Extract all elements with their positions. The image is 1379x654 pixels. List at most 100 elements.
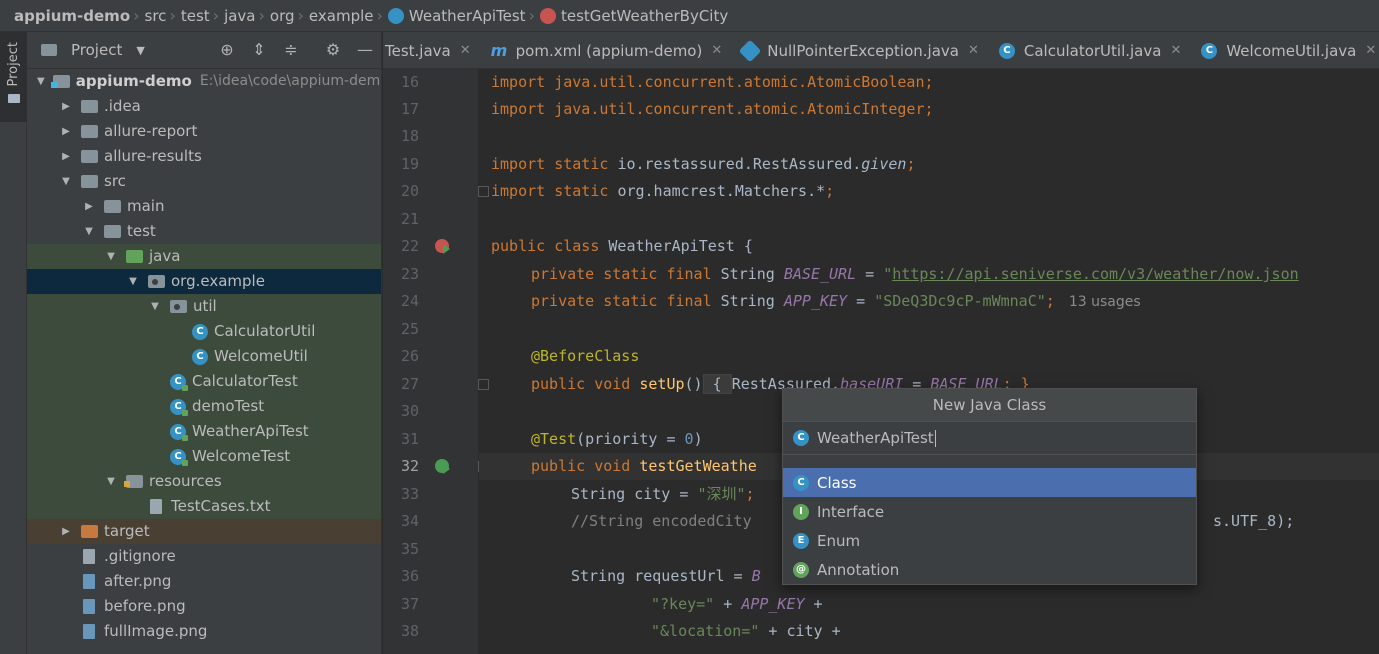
tree-item-welcomeutil[interactable]: C WelcomeUtil	[27, 344, 381, 369]
tree-item-calculatortest[interactable]: C CalculatorTest	[27, 369, 381, 394]
code-text: =	[856, 265, 884, 283]
close-icon[interactable]: ✕	[1365, 43, 1376, 58]
breadcrumb-project[interactable]: appium-demo	[14, 7, 130, 25]
tree-item-appium-demo[interactable]: ▼ appium-demo E:\idea\code\appium-demo	[27, 69, 381, 94]
kind-option-class[interactable]: C Class	[783, 468, 1196, 497]
chevron-right-icon[interactable]: ▶	[59, 144, 73, 169]
project-view-selector[interactable]: Project	[71, 41, 122, 59]
popup-title: New Java Class	[783, 389, 1196, 422]
breadcrumb-method[interactable]: testGetWeatherByCity	[561, 7, 728, 25]
close-icon[interactable]: ✕	[460, 43, 471, 58]
code-keyword: public void	[531, 457, 640, 475]
tree-item-label: TestCases.txt	[171, 497, 271, 515]
class-icon: C	[793, 474, 809, 491]
chevron-down-icon[interactable]: ▼	[37, 69, 45, 94]
tab-welcomeutil[interactable]: C WelcomeUtil.java ✕	[1191, 32, 1379, 68]
code-text: ;	[924, 73, 934, 91]
tree-item-test[interactable]: ▼ test	[27, 219, 381, 244]
code-line-17: import java.util.concurrent.atomic.Atomi…	[491, 96, 934, 123]
chevron-down-icon[interactable]: ▼	[126, 269, 140, 294]
tab-test-java[interactable]: Test.java ✕	[383, 32, 481, 68]
chevron-right-icon[interactable]: ▶	[59, 94, 73, 119]
code-text: String requestUrl =	[571, 567, 752, 585]
breadcrumb-java[interactable]: java	[224, 7, 255, 25]
locate-icon[interactable]: ⊕	[217, 40, 237, 60]
chevron-right-icon[interactable]: ▶	[82, 194, 96, 219]
code-text: WeatherApiTest {	[608, 237, 753, 255]
tree-item-before-png[interactable]: before.png	[27, 594, 381, 619]
chevron-down-icon[interactable]: ▼	[136, 44, 144, 57]
project-tool-button[interactable]: Project	[0, 32, 27, 122]
tab-nullpointerexception[interactable]: NullPointerException.java ✕	[732, 32, 989, 68]
tree-item-label: test	[127, 222, 156, 240]
option-label: Class	[817, 473, 857, 492]
code-text: (priority =	[576, 430, 685, 448]
class-name-input[interactable]: C WeatherApiTest	[783, 422, 1196, 455]
tree-item-label: java	[149, 247, 181, 265]
chevron-down-icon[interactable]: ▼	[148, 294, 162, 319]
class-icon	[387, 7, 404, 24]
tree-item-welcometest[interactable]: C WelcomeTest	[27, 444, 381, 469]
breadcrumb-example[interactable]: example	[309, 7, 374, 25]
chevron-right-icon[interactable]: ▶	[59, 119, 73, 144]
line-number: 22	[400, 237, 419, 255]
tree-item-demotest[interactable]: CdemoTest	[27, 394, 381, 419]
chevron-down-icon[interactable]: ▼	[104, 469, 118, 494]
chevron-down-icon[interactable]: ▼	[59, 169, 73, 194]
tab-pom-xml[interactable]: m pom.xml (appium-demo) ✕	[481, 32, 733, 68]
breadcrumb-class[interactable]: WeatherApiTest	[409, 7, 526, 25]
tree-item-org-example[interactable]: ▼ org.example	[27, 269, 381, 294]
code-text: import java.util.concurrent.atomic.Atomi…	[491, 100, 925, 118]
chevron-down-icon[interactable]: ▼	[104, 244, 118, 269]
run-class-icon[interactable]	[435, 239, 450, 254]
kind-option-annotation[interactable]: @ Annotation	[783, 555, 1196, 584]
gear-icon[interactable]: ⚙	[323, 40, 343, 60]
chevron-right-icon[interactable]: ▶	[59, 519, 73, 544]
code-text: String city =	[571, 485, 698, 503]
kind-option-enum[interactable]: E Enum	[783, 526, 1196, 555]
breadcrumb-test[interactable]: test	[181, 7, 210, 25]
kind-option-interface[interactable]: I Interface	[783, 497, 1196, 526]
tree-item-java[interactable]: ▼ java	[27, 244, 381, 269]
expand-all-icon[interactable]: ⇕	[249, 40, 269, 60]
close-icon[interactable]: ✕	[1170, 43, 1181, 58]
breadcrumb-src[interactable]: src	[145, 7, 167, 25]
folded-brace[interactable]: {	[702, 374, 732, 394]
breadcrumb-org[interactable]: org	[270, 7, 295, 25]
tree-item-resources[interactable]: ▼ resources	[27, 469, 381, 494]
collapse-all-icon[interactable]: ≑	[281, 40, 301, 60]
close-icon[interactable]: ✕	[711, 43, 722, 58]
tree-item-idea[interactable]: ▶ .idea	[27, 94, 381, 119]
tree-item-target[interactable]: ▶ target	[27, 519, 381, 544]
close-icon[interactable]: ✕	[968, 43, 979, 58]
tree-item-calculatorutil[interactable]: C CalculatorUtil	[27, 319, 381, 344]
tab-calculatorutil[interactable]: C CalculatorUtil.java ✕	[989, 32, 1191, 68]
code-string: "?key="	[651, 595, 715, 613]
code-url-link[interactable]: https://api.seniverse.com/v3/weather/now…	[892, 265, 1298, 283]
run-test-icon[interactable]	[435, 459, 450, 474]
tree-item-weatherapitest[interactable]: C WeatherApiTest	[27, 419, 381, 444]
hide-icon[interactable]: —	[355, 40, 375, 60]
tree-item-util[interactable]: ▼ util	[27, 294, 381, 319]
tree-item-testcases[interactable]: TestCases.txt	[27, 494, 381, 519]
tree-item-after-png[interactable]: after.png	[27, 569, 381, 594]
tree-item-src[interactable]: ▼ src	[27, 169, 381, 194]
tree-item-gitignore[interactable]: .gitignore	[27, 544, 381, 569]
usages-hint[interactable]: 13 usages	[1069, 294, 1141, 310]
folder-icon	[81, 100, 98, 113]
fold-marker-icon[interactable]	[478, 186, 489, 197]
code-text: ()	[684, 375, 703, 393]
code-number: 0	[684, 430, 694, 448]
tree-item-allure-results[interactable]: ▶ allure-results	[27, 144, 381, 169]
chevron-down-icon[interactable]: ▼	[82, 219, 96, 244]
tree-item-fullimage-png[interactable]: fullImage.png	[27, 619, 381, 644]
code-keyword: private static final	[531, 292, 721, 310]
ide-window: appium-demo › src › test › java › org › examp…	[0, 0, 1379, 654]
excluded-folder-icon	[81, 525, 98, 538]
fold-marker-icon[interactable]	[478, 379, 489, 390]
tree-item-main[interactable]: ▶ main	[27, 194, 381, 219]
tree-item-label: WeatherApiTest	[192, 422, 309, 440]
tree-item-allure-report[interactable]: ▶ allure-report	[27, 119, 381, 144]
code-text: +	[804, 595, 823, 613]
tree-item-label: CalculatorTest	[192, 372, 298, 390]
